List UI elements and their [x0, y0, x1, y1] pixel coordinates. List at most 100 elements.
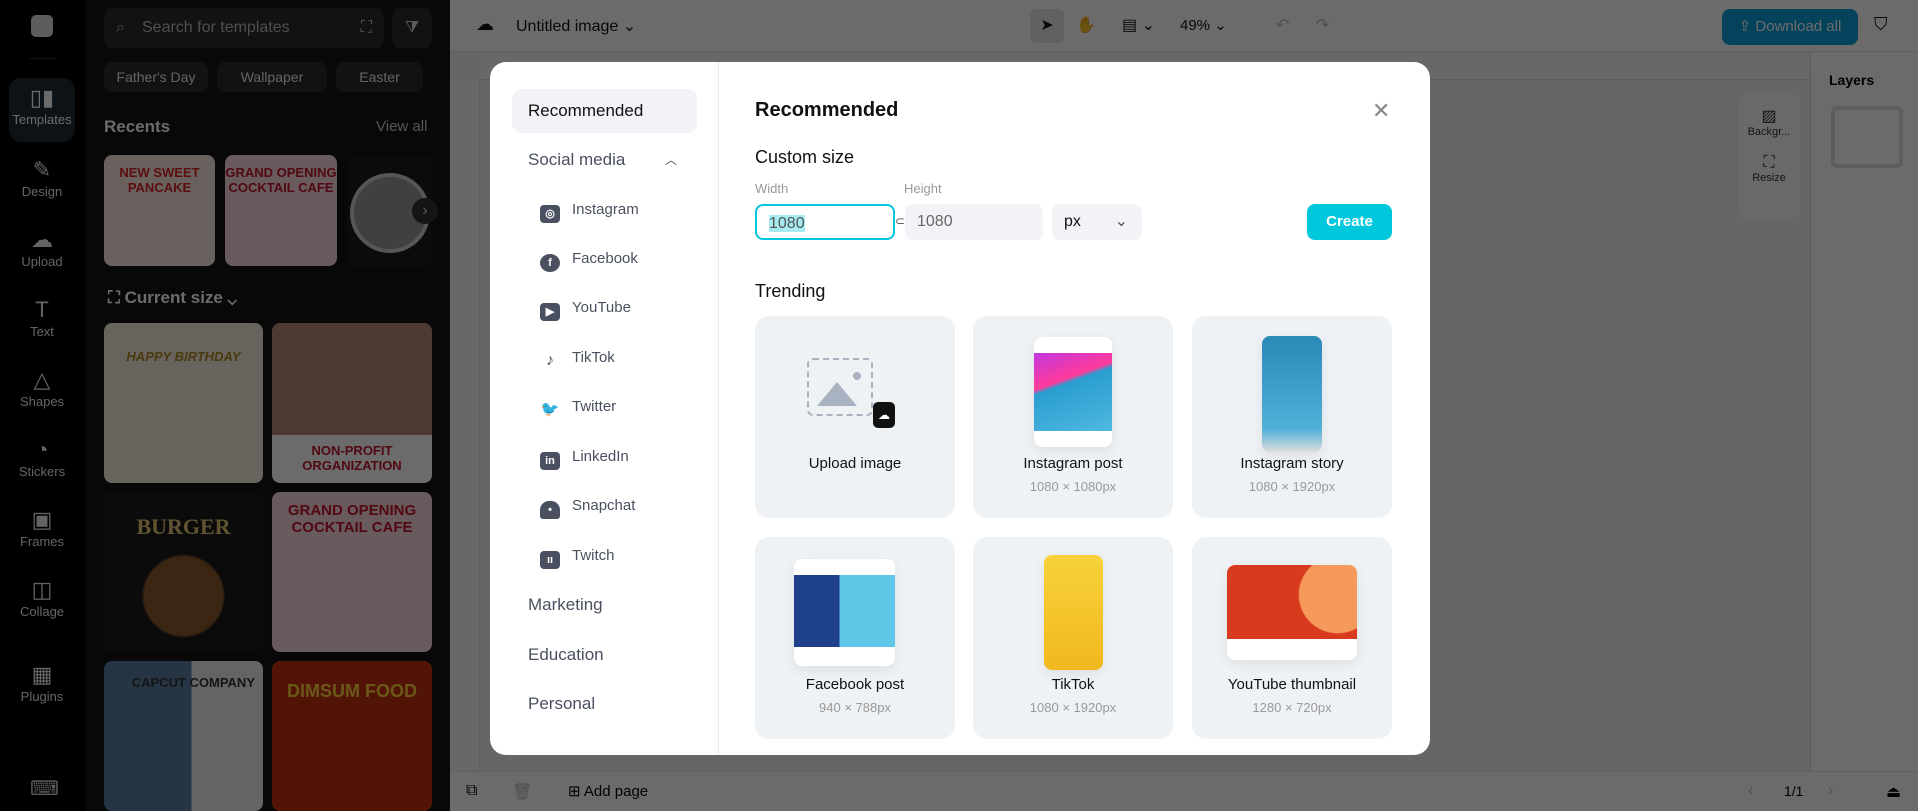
card-title: Upload image — [808, 455, 902, 472]
nav-youtube[interactable]: ▶ YouTube — [540, 293, 631, 323]
template-thumb[interactable]: NON-PROFIT ORGANIZATION — [272, 323, 432, 483]
trending-heading: Trending — [755, 281, 826, 301]
undo-icon[interactable]: ↶ — [1276, 15, 1289, 35]
rail-plugins[interactable]: ▦ Plugins — [9, 655, 75, 719]
page-indicator: 1/1 — [1784, 783, 1804, 799]
upload-image-card[interactable]: ☁ Upload image — [755, 316, 955, 518]
keyboard-icon[interactable]: ⌨ — [30, 776, 59, 801]
filter-button[interactable]: ⧩ — [392, 8, 432, 48]
cloud-save-icon: ☁ — [476, 14, 494, 34]
card-title: Facebook post — [805, 676, 905, 693]
select-tool-button[interactable]: ➤ — [1030, 9, 1064, 43]
divider — [29, 58, 56, 59]
close-icon[interactable]: ✕ — [1372, 98, 1390, 124]
template-thumb[interactable]: DIMSUM FOOD — [272, 661, 432, 811]
canvas-tools: ▨ Backgr... ⛶ Resize — [1738, 92, 1800, 222]
width-input[interactable]: 1080 — [755, 204, 895, 240]
nav-linkedin[interactable]: in LinkedIn — [540, 442, 629, 472]
twitch-icon: ıı — [540, 551, 560, 569]
recent-thumb[interactable]: GRAND OPENING COCKTAIL CAFE — [225, 155, 337, 266]
create-button[interactable]: Create — [1307, 204, 1392, 240]
redo-icon[interactable]: ↷ — [1316, 15, 1329, 35]
card-size: 1280 × 720px — [1252, 700, 1332, 715]
resize-icon: ⛶ — [108, 288, 125, 307]
bottom-bar: ⧉ 🗑 ⊞ Add page ‹ 1/1 › ⏏ — [450, 771, 1918, 811]
chip-fathers-day[interactable]: Father's Day — [104, 62, 208, 92]
nav-instagram[interactable]: ◎ Instagram — [540, 195, 639, 225]
rail-upload[interactable]: ☁ Upload — [9, 220, 75, 284]
layout-menu-icon[interactable]: ▤ ⌄ — [1122, 15, 1155, 35]
prev-page-icon[interactable]: ‹ — [1748, 782, 1753, 800]
collage-icon: ◫ — [31, 577, 53, 602]
background-icon: ▨ — [1761, 108, 1777, 125]
background-button[interactable]: ▨ Backgr... — [1738, 106, 1800, 138]
nav-snapchat[interactable]: • Snapchat — [540, 491, 635, 521]
current-size-dropdown[interactable]: ⛶ Current size ⌄ — [108, 288, 237, 308]
rail-shapes[interactable]: △ Shapes — [9, 360, 75, 424]
nav-marketing[interactable]: Marketing — [512, 583, 697, 627]
template-thumb[interactable]: GRAND OPENING COCKTAIL CAFE — [272, 492, 432, 652]
layer-thumbnail[interactable] — [1831, 106, 1903, 168]
unit-select[interactable]: px ⌄ — [1052, 204, 1142, 240]
document-title[interactable]: Untitled image ⌄ — [516, 16, 636, 36]
rail-collage[interactable]: ◫ Collage — [9, 570, 75, 634]
modal-title: Recommended — [755, 99, 899, 121]
rail-design[interactable]: ✎ Design — [9, 150, 75, 214]
nav-personal[interactable]: Personal — [512, 682, 697, 726]
page-panel-icon[interactable]: ⏏ — [1886, 782, 1901, 802]
facebook-icon: f — [540, 254, 560, 272]
recent-thumb[interactable]: NEW SWEET PANCAKE — [104, 155, 215, 266]
hand-tool-icon[interactable]: ✋ — [1076, 15, 1096, 35]
search-icon: ⌕ — [116, 19, 125, 36]
tiktok-icon: ♪ — [546, 352, 554, 369]
new-design-modal: Recommended Social media ︿ ◎ Instagram f Fa… — [490, 62, 1430, 755]
upload-icon: ☁ — [31, 227, 53, 252]
shield-icon[interactable]: ⛉ — [1874, 14, 1888, 35]
nav-tiktok[interactable]: ♪ TikTok — [540, 343, 615, 373]
delete-page-icon[interactable]: 🗑 — [512, 782, 532, 802]
recents-heading: Recents — [104, 117, 171, 136]
nav-facebook[interactable]: f Facebook — [540, 244, 638, 274]
nav-twitch[interactable]: ıı Twitch — [540, 541, 615, 571]
rail-stickers[interactable]: ◔ Stickers — [9, 430, 75, 494]
resize-icon: ⛶ — [1763, 154, 1775, 171]
youtube-thumbnail-card[interactable]: YouTube thumbnail 1280 × 720px — [1192, 537, 1392, 739]
nav-recommended[interactable]: Recommended — [512, 89, 697, 133]
lock-ratio-toggle[interactable]: ⊂ — [895, 214, 905, 230]
nav-twitter[interactable]: 🐦 Twitter — [540, 392, 617, 422]
facebook-post-card[interactable]: Facebook post 940 × 788px — [755, 537, 955, 739]
nav-social-media[interactable]: Social media ︿ — [512, 138, 697, 182]
view-all-link[interactable]: View all — [376, 118, 427, 135]
add-page-button[interactable]: ⊞ Add page — [568, 782, 648, 800]
zoom-dropdown[interactable]: 49% ⌄ — [1180, 16, 1227, 34]
template-thumb[interactable]: HAPPY BIRTHDAY — [104, 323, 263, 483]
chip-wallpaper[interactable]: Wallpaper — [217, 62, 327, 92]
tiktok-preview — [1044, 555, 1103, 670]
templates-icon: ▯▮ — [29, 85, 55, 110]
nav-education[interactable]: Education — [512, 633, 697, 677]
chip-easter[interactable]: Easter — [336, 62, 423, 92]
stickers-icon: ◔ — [35, 437, 49, 462]
rail-frames[interactable]: ▣ Frames — [9, 500, 75, 564]
download-all-button[interactable]: ⇪ Download all — [1722, 9, 1858, 45]
resize-button[interactable]: ⛶ Resize — [1738, 154, 1800, 184]
height-input[interactable]: 1080 — [905, 204, 1043, 240]
linkedin-icon: in — [540, 452, 560, 470]
card-size: 1080 × 1080px — [1029, 479, 1117, 494]
rail-text[interactable]: T Text — [9, 290, 75, 354]
duplicate-page-icon[interactable]: ⧉ — [466, 782, 477, 800]
instagram-story-card[interactable]: Instagram story 1080 × 1920px — [1192, 316, 1392, 518]
youtube-thumbnail-preview — [1227, 565, 1357, 660]
recents-next-button[interactable]: › — [412, 198, 438, 224]
tiktok-card[interactable]: TikTok 1080 × 1920px — [973, 537, 1173, 739]
card-title: Instagram story — [1240, 455, 1344, 472]
template-thumb[interactable]: BURGER — [104, 492, 263, 652]
height-label: Height — [904, 181, 942, 196]
rail-templates[interactable]: ▯▮ Templates — [9, 78, 75, 142]
app-logo[interactable] — [31, 15, 53, 37]
next-page-icon[interactable]: › — [1828, 782, 1833, 800]
search-input[interactable]: ⌕ Search for templates ⛶ — [104, 8, 384, 48]
instagram-post-card[interactable]: Instagram post 1080 × 1080px — [973, 316, 1173, 518]
template-thumb[interactable]: CAPCUT COMPANY — [104, 661, 263, 811]
image-search-icon[interactable]: ⛶ — [361, 8, 372, 48]
